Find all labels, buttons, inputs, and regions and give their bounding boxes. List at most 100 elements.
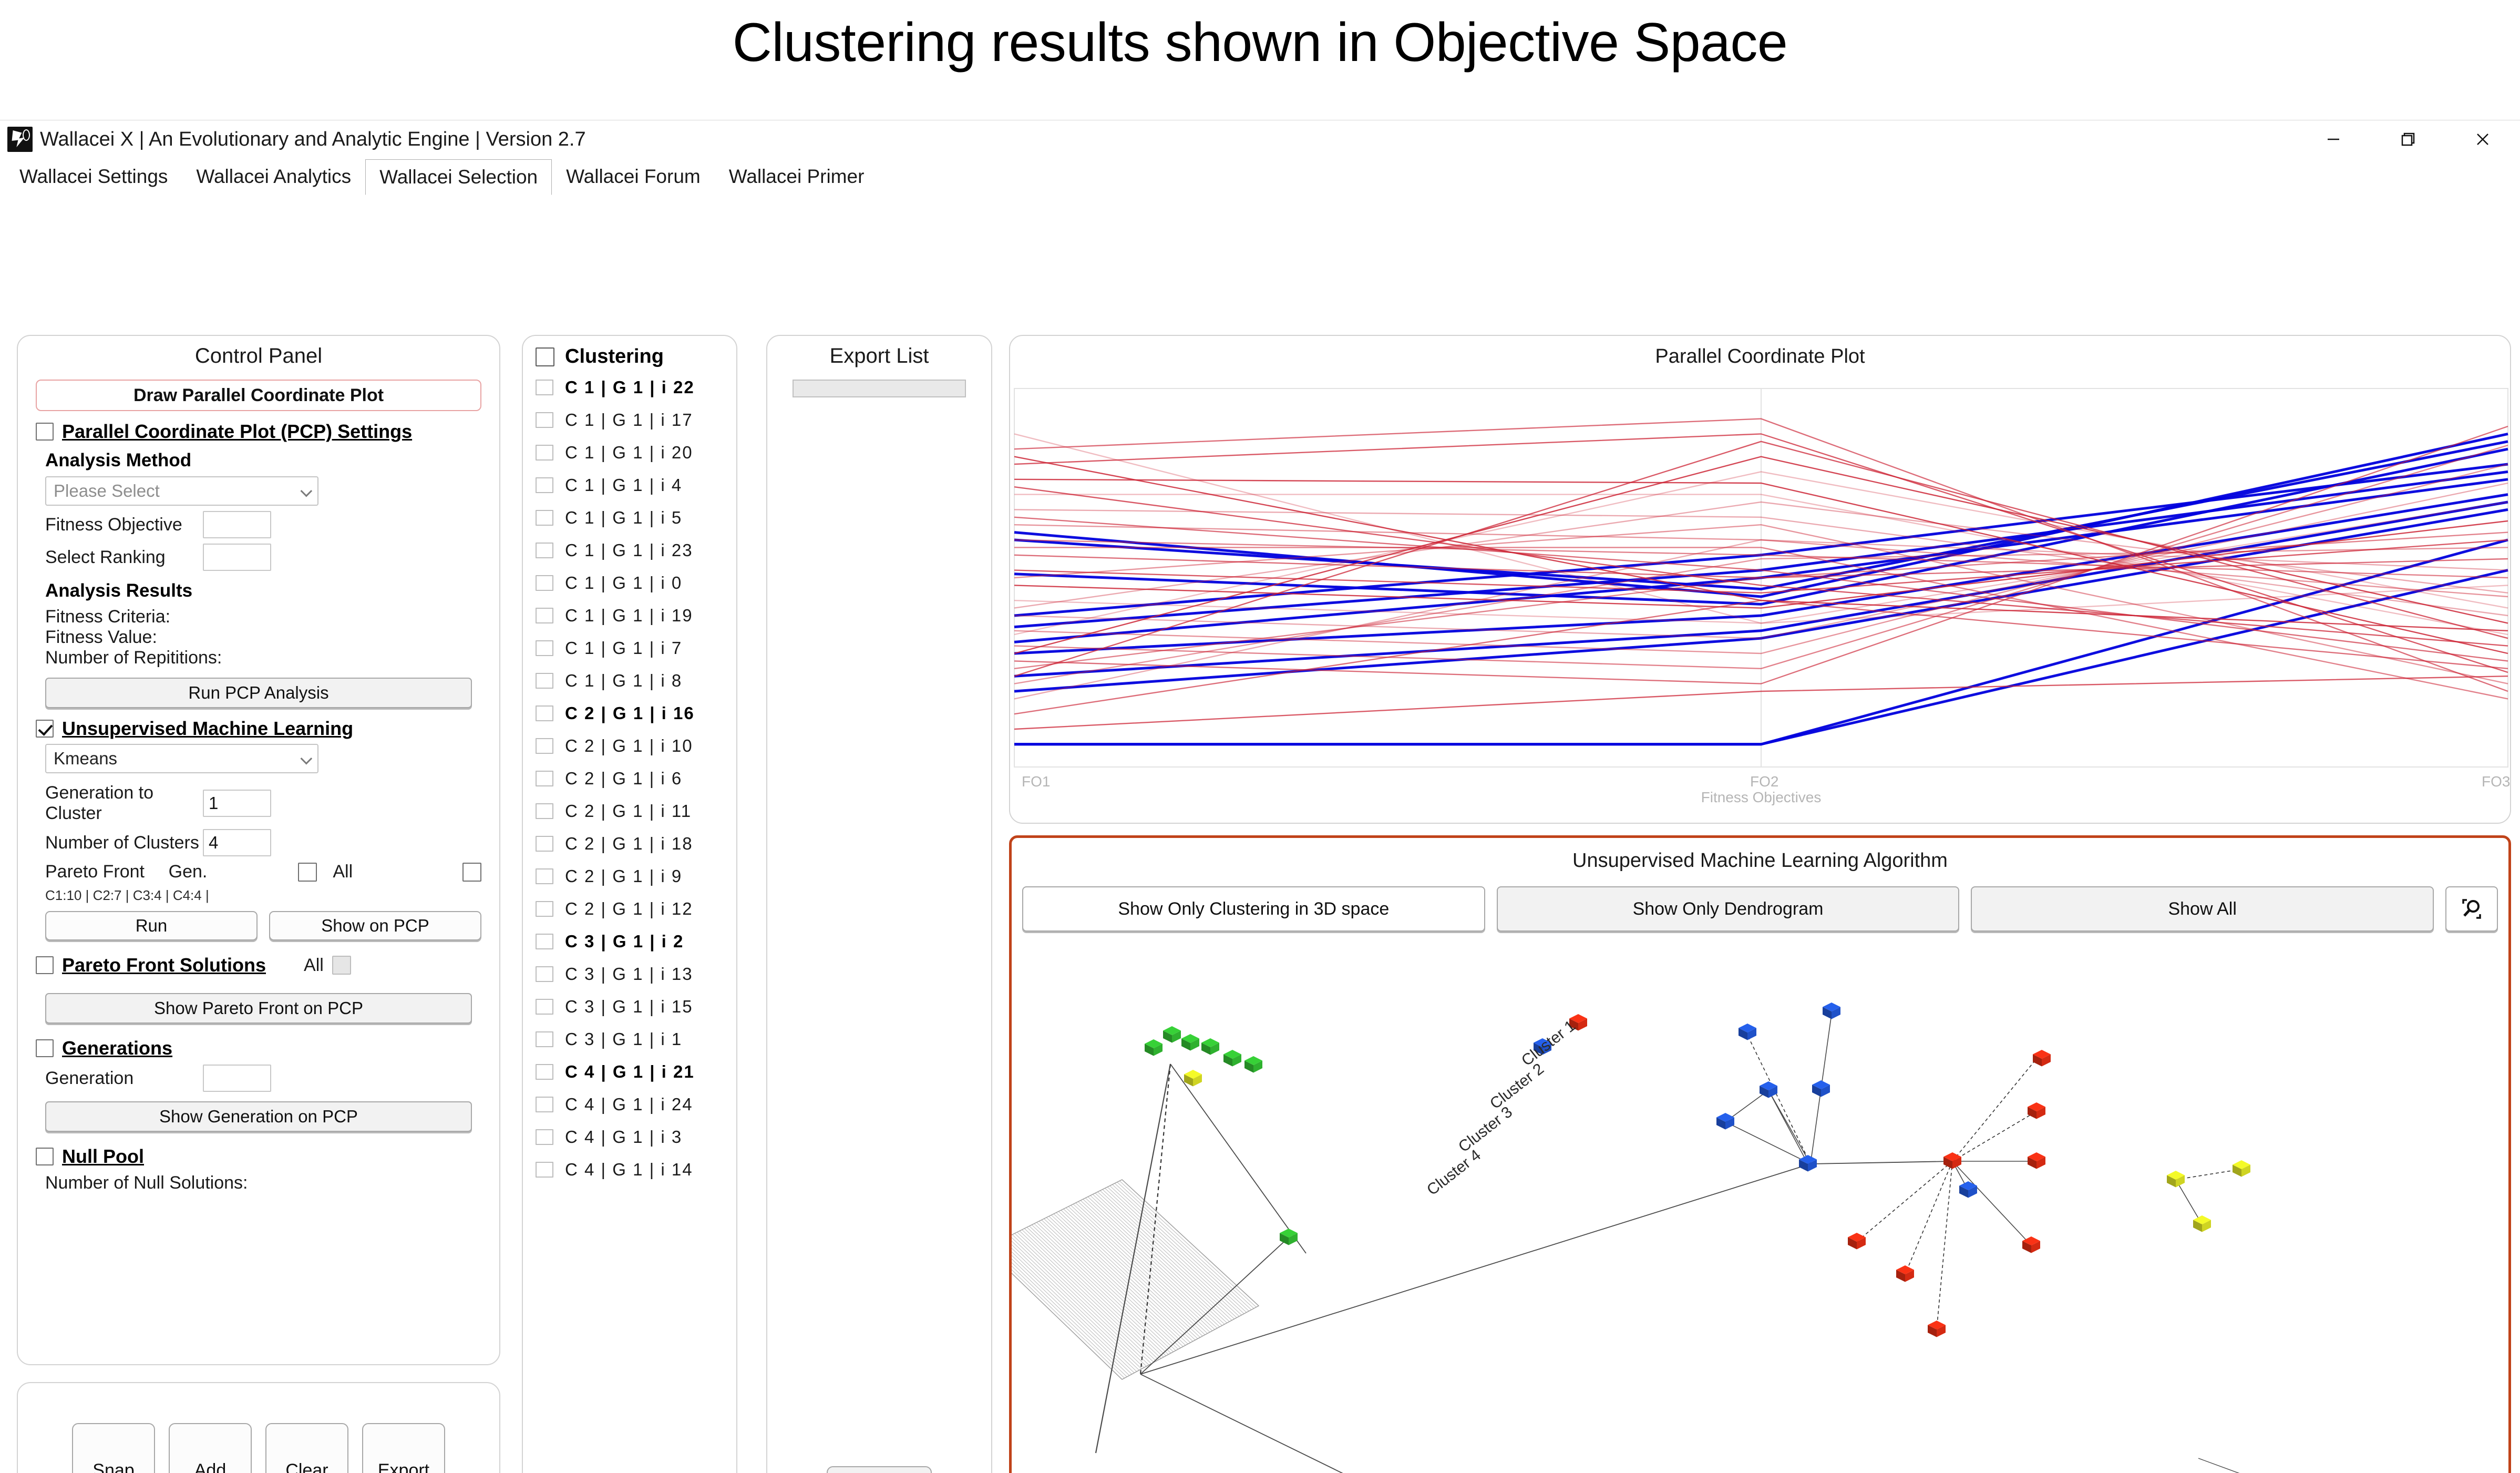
clustering-item-checkbox[interactable] xyxy=(536,510,553,526)
null-pool-checkbox[interactable] xyxy=(36,1148,54,1165)
cluster-point-cube[interactable] xyxy=(1928,1321,1946,1337)
cluster-point-cube[interactable] xyxy=(1244,1056,1262,1073)
clustering-item-checkbox[interactable] xyxy=(536,868,553,884)
cluster-point-cube[interactable] xyxy=(1145,1039,1163,1056)
uml-row[interactable]: Unsupervised Machine Learning xyxy=(36,718,481,740)
uml-show-on-pcp-button[interactable]: Show on PCP xyxy=(269,911,481,940)
clustering-list-item[interactable]: C 1 | G 1 | i 0 xyxy=(523,567,736,599)
draw-pcp-button[interactable]: Draw Parallel Coordinate Plot xyxy=(36,380,481,411)
cluster-point-cube[interactable] xyxy=(1223,1050,1241,1067)
clustering-select-all-checkbox[interactable] xyxy=(536,347,554,366)
clustering-list-item[interactable]: C 2 | G 1 | i 11 xyxy=(523,795,736,827)
cluster-point-cube[interactable] xyxy=(1181,1034,1199,1051)
clustering-item-checkbox[interactable] xyxy=(536,705,553,721)
run-pcp-analysis-button[interactable]: Run PCP Analysis xyxy=(45,678,472,708)
clustering-list-item[interactable]: C 2 | G 1 | i 9 xyxy=(523,860,736,893)
clustering-list-item[interactable]: C 1 | G 1 | i 5 xyxy=(523,502,736,534)
cluster-point-cube[interactable] xyxy=(1716,1113,1734,1130)
clustering-list-item[interactable]: C 1 | G 1 | i 17 xyxy=(523,404,736,436)
generation-to-cluster-input[interactable]: 1 xyxy=(203,790,271,817)
close-button[interactable] xyxy=(2445,120,2520,158)
clustering-list-item[interactable]: C 1 | G 1 | i 22 xyxy=(523,371,736,404)
analysis-method-select[interactable]: Please Select xyxy=(45,476,318,506)
fitness-objective-input[interactable] xyxy=(203,511,271,538)
pareto-all-checkbox[interactable] xyxy=(462,862,482,882)
clustering-list-item[interactable]: C 1 | G 1 | i 8 xyxy=(523,664,736,697)
tab-wallacei-primer[interactable]: Wallacei Primer xyxy=(715,158,879,195)
clustering-list-item[interactable]: C 4 | G 1 | i 14 xyxy=(523,1153,736,1186)
cluster-point-cube[interactable] xyxy=(1799,1155,1817,1172)
clustering-item-checkbox[interactable] xyxy=(536,1064,553,1080)
cluster-point-cube[interactable] xyxy=(1739,1024,1756,1040)
clustering-item-checkbox[interactable] xyxy=(536,738,553,754)
show-generation-on-pcp-button[interactable]: Show Generation on PCP xyxy=(45,1101,472,1132)
show-pareto-front-on-pcp-button[interactable]: Show Pareto Front on PCP xyxy=(45,993,472,1024)
clustering-item-checkbox[interactable] xyxy=(536,1031,553,1047)
uml-checkbox[interactable] xyxy=(36,720,54,738)
clustering-item-checkbox[interactable] xyxy=(536,836,553,852)
clustering-list-item[interactable]: C 2 | G 1 | i 12 xyxy=(523,893,736,925)
show-all-button[interactable]: Show All xyxy=(1971,886,2434,932)
clustering-item-checkbox[interactable] xyxy=(536,1129,553,1145)
cluster-point-cube[interactable] xyxy=(2167,1171,2185,1188)
show-only-dendrogram-button[interactable]: Show Only Dendrogram xyxy=(1496,886,1960,932)
pcp-settings-row[interactable]: Parallel Coordinate Plot (PCP) Settings xyxy=(36,421,481,443)
clustering-list-item[interactable]: C 1 | G 1 | i 7 xyxy=(523,632,736,664)
cluster-point-cube[interactable] xyxy=(2233,1160,2250,1177)
pareto-solutions-checkbox[interactable] xyxy=(36,956,54,974)
clustering-list-item[interactable]: C 2 | G 1 | i 10 xyxy=(523,730,736,762)
clustering-list-item[interactable]: C 1 | G 1 | i 23 xyxy=(523,534,736,567)
clustering-item-checkbox[interactable] xyxy=(536,575,553,591)
restore-button[interactable] xyxy=(2371,120,2445,158)
clustering-list-item[interactable]: C 4 | G 1 | i 3 xyxy=(523,1121,736,1153)
pareto-solutions-row[interactable]: Pareto Front Solutions All xyxy=(36,954,481,976)
parallel-coordinate-plot[interactable] xyxy=(1010,373,2511,788)
cluster-point-cube[interactable] xyxy=(1896,1265,1914,1282)
clustering-list-item[interactable]: C 1 | G 1 | i 19 xyxy=(523,599,736,632)
pcp-settings-checkbox[interactable] xyxy=(36,423,54,441)
uml-run-button[interactable]: Run xyxy=(45,911,258,940)
clustering-item-checkbox[interactable] xyxy=(536,1097,553,1112)
clustering-item-checkbox[interactable] xyxy=(536,380,553,395)
pareto-solutions-all-checkbox[interactable] xyxy=(332,956,351,975)
clear-button[interactable]: Clear xyxy=(265,1423,348,1473)
uml-algorithm-select[interactable]: Kmeans xyxy=(45,744,318,773)
clustering-item-checkbox[interactable] xyxy=(536,543,553,558)
cluster-point-cube[interactable] xyxy=(1812,1080,1830,1097)
clustering-list-item[interactable]: C 3 | G 1 | i 15 xyxy=(523,990,736,1023)
generation-input[interactable] xyxy=(203,1065,271,1092)
clustering-item-checkbox[interactable] xyxy=(536,445,553,461)
show-only-clustering-3d-button[interactable]: Show Only Clustering in 3D space xyxy=(1022,886,1485,932)
clustering-list-item[interactable]: C 2 | G 1 | i 6 xyxy=(523,762,736,795)
cluster-point-cube[interactable] xyxy=(1760,1081,1777,1098)
clustering-item-checkbox[interactable] xyxy=(536,771,553,786)
clustering-3d-scene[interactable]: Cluster 1Cluster 2Cluster 3Cluster 4 xyxy=(1012,938,2514,1473)
clustering-item-checkbox[interactable] xyxy=(536,999,553,1015)
clustering-item-checkbox[interactable] xyxy=(536,934,553,949)
clustering-list-item[interactable]: C 3 | G 1 | i 2 xyxy=(523,925,736,958)
cluster-point-cube[interactable] xyxy=(1823,1003,1840,1019)
tab-wallacei-selection[interactable]: Wallacei Selection xyxy=(365,159,552,195)
clustering-item-checkbox[interactable] xyxy=(536,608,553,623)
tab-wallacei-analytics[interactable]: Wallacei Analytics xyxy=(182,158,365,195)
generations-row[interactable]: Generations xyxy=(36,1037,481,1059)
clustering-list-item[interactable]: C 1 | G 1 | i 4 xyxy=(523,469,736,502)
clustering-list-item[interactable]: C 1 | G 1 | i 20 xyxy=(523,436,736,469)
snap-button[interactable]: Snap xyxy=(72,1423,155,1473)
cluster-point-cube[interactable] xyxy=(1280,1229,1298,1245)
cluster-point-cube[interactable] xyxy=(1163,1026,1181,1043)
clustering-list-item[interactable]: C 2 | G 1 | i 16 xyxy=(523,697,736,730)
pareto-gen-checkbox[interactable] xyxy=(298,862,317,882)
clustering-item-checkbox[interactable] xyxy=(536,966,553,982)
stop-export-button[interactable]: Stop Export xyxy=(827,1466,932,1473)
number-of-clusters-input[interactable]: 4 xyxy=(203,829,271,856)
clustering-list-item[interactable]: C 3 | G 1 | i 13 xyxy=(523,958,736,990)
minimize-button[interactable] xyxy=(2296,120,2371,158)
add-button[interactable]: Add xyxy=(169,1423,252,1473)
generations-checkbox[interactable] xyxy=(36,1039,54,1057)
cluster-point-cube[interactable] xyxy=(2028,1102,2045,1119)
clustering-item-checkbox[interactable] xyxy=(536,803,553,819)
clustering-item-checkbox[interactable] xyxy=(536,477,553,493)
cluster-point-cube[interactable] xyxy=(1184,1070,1202,1087)
clustering-list-item[interactable]: C 2 | G 1 | i 18 xyxy=(523,827,736,860)
